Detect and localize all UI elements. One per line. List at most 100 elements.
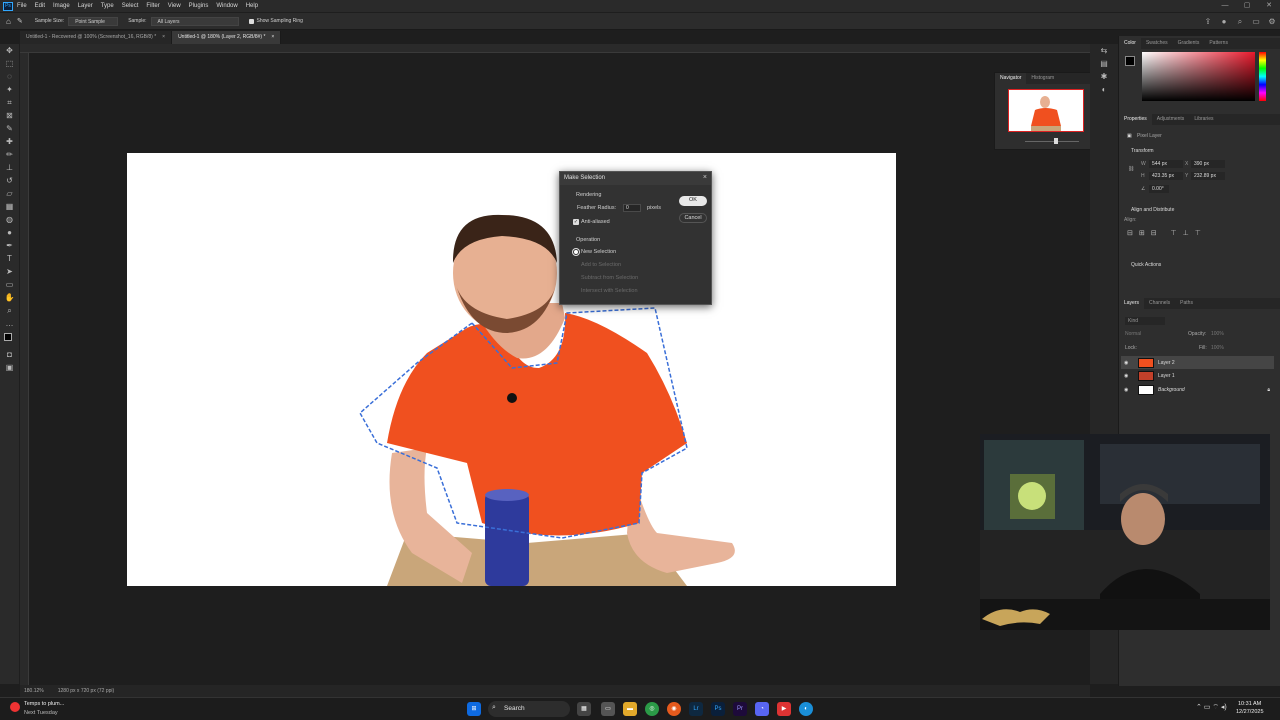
minimize-icon[interactable]: — — [1214, 0, 1236, 12]
menu-edit[interactable]: Edit — [35, 3, 45, 9]
search-icon[interactable]: ⌕ — [1232, 17, 1248, 27]
type-tool-icon[interactable]: T — [0, 252, 19, 265]
stamp-tool-icon[interactable]: ⊥ — [0, 161, 19, 174]
path-select-tool-icon[interactable]: ➤ — [0, 265, 19, 278]
layer-name[interactable]: Layer 2 — [1158, 360, 1175, 366]
tab-swatches[interactable]: Swatches — [1141, 38, 1173, 49]
share-icon[interactable]: ⇪ — [1200, 17, 1216, 26]
menu-help[interactable]: Help — [246, 3, 258, 9]
antialias-checkbox[interactable]: ✓ — [573, 219, 579, 225]
system-tray-icon[interactable]: ⌃ ▭ ⌔ ◂) — [1196, 703, 1227, 712]
screen-mode-icon[interactable]: ▣ — [0, 361, 19, 374]
layer-filter-select[interactable]: Kind — [1125, 317, 1165, 325]
hue-slider[interactable] — [1259, 52, 1266, 101]
hand-tool-icon[interactable]: ✋ — [0, 291, 19, 304]
zoom-slider-handle[interactable] — [1054, 138, 1058, 144]
lightroom-icon[interactable]: Lr — [689, 702, 703, 716]
visibility-icon[interactable]: ◉ — [1124, 373, 1134, 379]
workspace-icon[interactable]: ▭ — [1248, 17, 1264, 26]
dodge-tool-icon[interactable]: ● — [0, 226, 19, 239]
tab-paths[interactable]: Paths — [1175, 298, 1198, 309]
home-icon[interactable]: ⌂ — [6, 17, 11, 26]
visibility-icon[interactable]: ◉ — [1124, 360, 1134, 366]
menu-select[interactable]: Select — [122, 3, 139, 9]
menu-window[interactable]: Window — [216, 3, 237, 9]
more-tools-icon[interactable]: … — [0, 317, 19, 330]
brush-tool-icon[interactable]: ✏ — [0, 148, 19, 161]
weather-line1[interactable]: Temps to plum... — [24, 701, 64, 707]
pen-tool-icon[interactable]: ✒ — [0, 239, 19, 252]
discord-icon[interactable]: ◔ — [755, 702, 769, 716]
eyedropper-tool-icon[interactable]: ✎ — [17, 17, 23, 25]
premiere-icon[interactable]: Pr — [733, 702, 747, 716]
navigator-thumbnail[interactable] — [1008, 89, 1084, 132]
color-field[interactable] — [1142, 52, 1255, 101]
history-brush-icon[interactable]: ↺ — [0, 174, 19, 187]
layer-row[interactable]: ◉ Layer 2 — [1121, 356, 1274, 369]
height-input[interactable]: 423.35 px — [1149, 172, 1183, 180]
maximize-icon[interactable]: ▢ — [1236, 0, 1258, 12]
crop-tool-icon[interactable]: ⌗ — [0, 96, 19, 109]
edge-icon[interactable]: ◐ — [799, 702, 813, 716]
document-canvas[interactable] — [127, 153, 896, 586]
layer-row[interactable]: ◉ Background 🔒︎ — [1121, 383, 1274, 396]
align-buttons[interactable]: ⊟⊞⊟ ⊤⊥⊤ — [1127, 229, 1207, 237]
tab-histogram[interactable]: Histogram — [1026, 73, 1059, 84]
chrome-icon[interactable]: ◎ — [645, 702, 659, 716]
foreground-color-swatch[interactable] — [1125, 56, 1135, 66]
adjustment-icon[interactable]: ◐ — [1090, 83, 1118, 96]
fill-input[interactable]: 100% — [1211, 345, 1224, 351]
move-tool-icon[interactable]: ✥ — [0, 44, 19, 57]
healing-tool-icon[interactable]: ✚ — [0, 135, 19, 148]
tab-patterns[interactable]: Patterns — [1204, 38, 1233, 49]
history-icon[interactable]: ⇆ — [1090, 44, 1118, 57]
clock-date[interactable]: 12/27/2025 — [1236, 709, 1264, 715]
lasso-tool-icon[interactable]: ◌ — [0, 70, 19, 83]
show-ring-checkbox[interactable] — [248, 18, 254, 24]
photoshop-icon[interactable]: Ps — [711, 702, 725, 716]
tab-navigator[interactable]: Navigator — [995, 73, 1027, 84]
app-red-icon[interactable]: ▶ — [777, 702, 791, 716]
close-icon[interactable]: × — [703, 174, 707, 181]
menu-filter[interactable]: Filter — [146, 3, 159, 9]
layer-name[interactable]: Background — [1158, 387, 1185, 393]
windows-start-icon[interactable]: ⊞ — [467, 702, 481, 716]
close-icon[interactable]: ✕ — [1258, 0, 1280, 12]
gradient-tool-icon[interactable]: ▦ — [0, 200, 19, 213]
cancel-button[interactable]: Cancel — [679, 213, 707, 223]
y-input[interactable]: 232.89 px — [1191, 172, 1225, 180]
firefox-icon[interactable]: ◉ — [667, 702, 681, 716]
clock-time[interactable]: 10:31 AM — [1238, 701, 1261, 707]
menu-type[interactable]: Type — [101, 3, 114, 9]
notification-icon[interactable]: ● — [1216, 17, 1232, 26]
weather-icon[interactable] — [10, 702, 20, 712]
zoom-level[interactable]: 180.12% — [24, 688, 44, 694]
zoom-slider[interactable] — [1025, 141, 1079, 142]
comment-icon[interactable]: ▤ — [1090, 57, 1118, 70]
tab-layers[interactable]: Layers — [1119, 298, 1145, 309]
tab-channels[interactable]: Channels — [1144, 298, 1175, 309]
settings-icon[interactable]: ⚙ — [1264, 17, 1280, 26]
close-icon[interactable]: × — [271, 31, 274, 44]
layer-name[interactable]: Layer 1 — [1158, 373, 1175, 379]
tab-recovered[interactable]: Untitled-1 - Recovered @ 100% (Screensho… — [20, 31, 173, 44]
new-selection-radio[interactable] — [573, 249, 579, 255]
tab-color[interactable]: Color — [1119, 38, 1141, 49]
layer-row[interactable]: ◉ Layer 1 — [1121, 369, 1274, 382]
close-icon[interactable]: × — [162, 31, 165, 44]
shape-tool-icon[interactable]: ▭ — [0, 278, 19, 291]
link-icon[interactable]: ⛓ — [1128, 166, 1134, 172]
menu-image[interactable]: Image — [53, 3, 70, 9]
taskbar-search[interactable]: Search — [488, 701, 570, 717]
blur-tool-icon[interactable]: ◍ — [0, 213, 19, 226]
zoom-tool-icon[interactable]: ⌕ — [0, 304, 19, 317]
width-input[interactable]: 544 px — [1149, 160, 1183, 168]
frame-tool-icon[interactable]: ⊠ — [0, 109, 19, 122]
eraser-tool-icon[interactable]: ▱ — [0, 187, 19, 200]
sample-select[interactable]: All Layers — [150, 16, 239, 26]
sample-size-select[interactable]: Point Sample — [68, 16, 119, 26]
opacity-input[interactable]: 100% — [1211, 331, 1224, 337]
angle-input[interactable]: 0.00° — [1149, 185, 1169, 193]
quick-mask-icon[interactable]: ◘ — [0, 348, 19, 361]
menu-layer[interactable]: Layer — [78, 3, 93, 9]
